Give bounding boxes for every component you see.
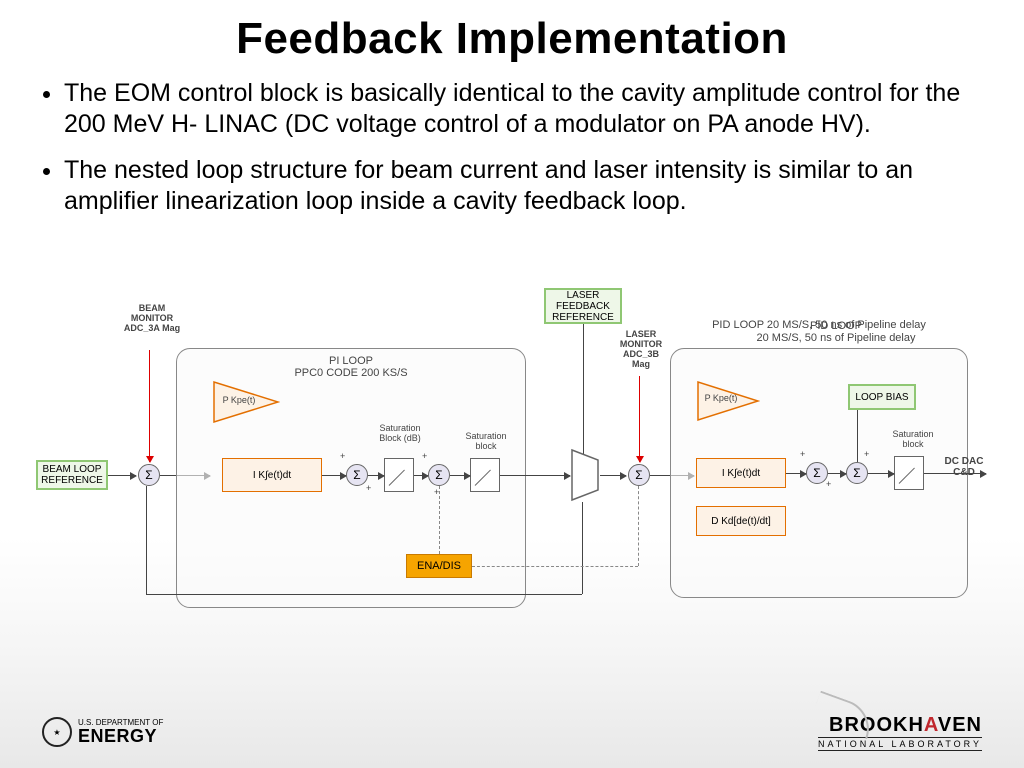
line	[146, 594, 582, 595]
i-gain-block-2: I K∫e(t)dt	[696, 458, 786, 488]
line	[583, 324, 584, 454]
sum-node-6: Σ	[846, 462, 868, 484]
arrow	[868, 473, 894, 474]
plus-sign: +	[366, 484, 371, 494]
doe-logo: ★ U.S. DEPARTMENT OF ENERGY	[42, 717, 163, 747]
arrow	[500, 475, 570, 476]
plus-sign: +	[864, 450, 869, 460]
slide: Feedback Implementation The EOM control …	[0, 0, 1024, 768]
laser-monitor-label: LASER MONITOR ADC_3B Mag	[614, 330, 668, 370]
bullet-1: The EOM control block is basically ident…	[64, 78, 968, 141]
arrow	[600, 475, 626, 476]
pid-title-text: PID LOOP 20 MS/S, 50 ns of Pipeline dela…	[736, 320, 936, 344]
mux-block	[570, 448, 600, 502]
beam-loop-reference-box: BEAM LOOP REFERENCE	[36, 460, 108, 490]
d-gain-block: D Kd[de(t)/dt]	[696, 506, 786, 536]
sat-block-2	[470, 458, 500, 492]
sat-block-2-label: Saturation block	[460, 432, 512, 452]
line	[582, 502, 583, 594]
doe-text: U.S. DEPARTMENT OF ENERGY	[78, 719, 163, 745]
laser-monitor-arrow	[639, 376, 640, 462]
beam-monitor-arrow	[149, 350, 150, 462]
sat-block-1-label: Saturation Block (dB)	[374, 424, 426, 444]
p-gain-label-1: P Kpe(t)	[216, 396, 262, 406]
line	[439, 486, 440, 554]
arrow	[786, 473, 806, 474]
sat-block-3	[894, 456, 924, 490]
sum-node-3: Σ	[428, 464, 450, 486]
bnl-logo: BROOKHAVEN NATIONAL LABORATORY	[818, 714, 982, 751]
sat-block-1	[384, 458, 414, 492]
doe-seal-icon: ★	[42, 717, 72, 747]
line	[472, 566, 638, 567]
arrow	[322, 475, 346, 476]
bnl-sub: NATIONAL LABORATORY	[818, 737, 982, 751]
line	[146, 486, 147, 594]
i-gain-block-1: I K∫e(t)dt	[222, 458, 322, 492]
p-gain-label-2: P Kpe(t)	[700, 394, 742, 404]
pi-loop-title: PI LOOP PPC0 CODE 200 KS/S	[177, 355, 525, 379]
sum-node-1: Σ	[138, 464, 160, 486]
arrow	[450, 475, 470, 476]
beam-monitor-label: BEAM MONITOR ADC_3A Mag	[122, 304, 182, 334]
bullet-list: The EOM control block is basically ident…	[0, 64, 1024, 217]
plus-sign: +	[422, 452, 427, 462]
arrow	[368, 475, 384, 476]
block-diagram: BEAM LOOP REFERENCE BEAM MONITOR ADC_3A …	[36, 288, 988, 658]
plus-sign: +	[826, 480, 831, 490]
arrow	[828, 473, 846, 474]
arrow	[108, 475, 136, 476]
sum-node-4: Σ	[628, 464, 650, 486]
slide-title: Feedback Implementation	[0, 0, 1024, 64]
footer: ★ U.S. DEPARTMENT OF ENERGY BROOKHAVEN N…	[0, 706, 1024, 768]
bnl-part2: VEN	[938, 714, 982, 736]
loop-bias-box: LOOP BIAS	[848, 384, 916, 410]
arrow	[414, 475, 428, 476]
bnl-a: A	[924, 714, 938, 736]
output-label: DC DAC C&D	[934, 456, 994, 478]
ena-dis-box: ENA/DIS	[406, 554, 472, 578]
plus-sign: +	[800, 450, 805, 460]
sat-block-3-label: Saturation block	[888, 430, 938, 450]
plus-sign: +	[340, 452, 345, 462]
line	[857, 410, 858, 462]
doe-energy: ENERGY	[78, 727, 163, 745]
sum-node-2: Σ	[346, 464, 368, 486]
laser-feedback-ref-box: LASER FEEDBACK REFERENCE	[544, 288, 622, 324]
sum-node-5: Σ	[806, 462, 828, 484]
bullet-2: The nested loop structure for beam curre…	[64, 155, 968, 218]
line	[638, 486, 639, 566]
